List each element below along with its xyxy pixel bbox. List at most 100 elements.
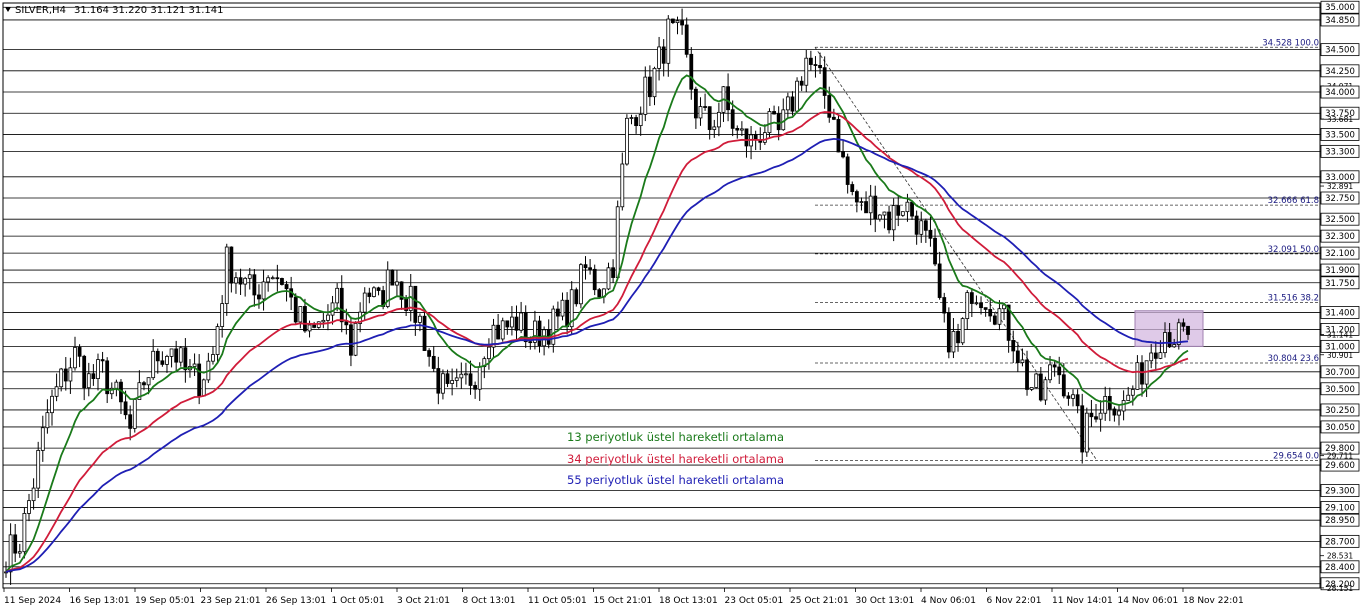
legend-ema55: 55 periyotluk üstel hareketli ortalama (567, 473, 784, 487)
candle-body (1140, 362, 1144, 385)
candle-body (238, 277, 243, 285)
time-label: 18 Nov 22:01 (1183, 596, 1244, 606)
price-label: 30.050 (1325, 423, 1355, 433)
candle-body (804, 57, 809, 86)
candle-body (831, 116, 836, 120)
candle-body (215, 326, 220, 355)
candle-body (165, 356, 169, 365)
candle-body (850, 184, 855, 192)
candle-body (40, 427, 45, 451)
candle-body (689, 53, 694, 90)
candle-body (818, 65, 822, 69)
fib-level-label: 31.516 38.2 (1268, 294, 1319, 304)
price-label: 29.100 (1325, 503, 1355, 513)
candle-body (280, 278, 284, 285)
price-label: 34.850 (1325, 16, 1355, 26)
candle-body (105, 360, 110, 395)
candle-body (1057, 366, 1062, 376)
ohlc-readout: 31.164 31.220 31.121 31.141 (74, 5, 224, 16)
candle-body (146, 377, 151, 386)
candle-body (312, 324, 317, 328)
candle (795, 77, 799, 113)
candle-body (1043, 379, 1048, 401)
time-label: 6 Nov 22:01 (987, 596, 1042, 606)
candle (280, 277, 284, 286)
candle (22, 507, 27, 559)
candle (615, 200, 620, 279)
symbol-label: SILVER,H4 (15, 5, 66, 16)
candle-body (459, 373, 464, 379)
fib-level-label: 32.666 61.8 (1268, 196, 1319, 206)
candle-body (367, 292, 372, 297)
time-label: 30 Oct 13:01 (856, 596, 915, 606)
candle-body (592, 268, 597, 291)
candle (390, 269, 395, 286)
fib-level-label: 34.528 100.0 (1262, 38, 1319, 48)
candle-body (799, 80, 804, 86)
candle-body (151, 350, 156, 379)
candle-body (1048, 364, 1052, 381)
candle-body (744, 128, 749, 147)
candle-body (657, 46, 661, 69)
candle-body (974, 302, 979, 305)
candle-body (1112, 408, 1117, 416)
candle-body (579, 264, 583, 305)
candle-body (1066, 395, 1071, 399)
candle-body (477, 366, 482, 390)
candle (1176, 318, 1181, 350)
candle (579, 263, 583, 309)
candle-body (684, 24, 689, 55)
candle-body (556, 308, 560, 317)
candle-body (1172, 344, 1177, 348)
candle-body (247, 274, 252, 279)
candle-body (1135, 362, 1140, 390)
candle-body (349, 324, 353, 356)
candle-body (224, 246, 229, 305)
candle-body (353, 323, 358, 356)
candle-body (854, 191, 859, 203)
candle-body (560, 299, 565, 317)
candle-body (197, 363, 202, 397)
time-label: 23 Sep 21:01 (201, 596, 261, 606)
price-label: 28.950 (1325, 516, 1355, 526)
candle (946, 307, 951, 359)
candle-body (680, 20, 684, 26)
candle-body (372, 287, 376, 297)
candle-body (13, 534, 18, 554)
candle-body (266, 277, 271, 283)
candle-body (261, 281, 266, 300)
candle-body (326, 314, 330, 321)
candle-body (450, 380, 455, 384)
price-label: 35.000 (1325, 3, 1355, 13)
candle-body (1186, 325, 1190, 335)
candle-body (1130, 389, 1135, 396)
candle-body (1126, 394, 1131, 401)
candle-body (1038, 373, 1043, 401)
candle-body (1158, 352, 1163, 359)
candle-body (1181, 322, 1186, 327)
candle-body (703, 106, 707, 108)
candle-body (132, 399, 137, 429)
candle-body (868, 195, 873, 214)
candle-body (827, 95, 832, 118)
chart-header: SILVER,H4 31.164 31.220 31.121 31.141 (5, 5, 224, 16)
price-label: 29.300 (1325, 487, 1355, 497)
candle-body (988, 309, 993, 317)
candle-body (303, 306, 307, 332)
candle-body (859, 201, 864, 203)
candle-body (496, 324, 501, 340)
price-label: 28.700 (1325, 537, 1355, 547)
candle (1034, 372, 1039, 389)
price-label: 31.141 (1327, 330, 1353, 339)
candle-body (896, 205, 901, 216)
candle-body (362, 292, 367, 313)
candle-body (114, 381, 119, 389)
price-label: 31.750 (1325, 279, 1355, 289)
price-label: 32.891 (1327, 182, 1353, 191)
candle-body (937, 263, 942, 298)
candle-body (63, 368, 68, 382)
candle-body (142, 382, 146, 386)
candle-body (1153, 352, 1158, 359)
price-label: 32.750 (1325, 194, 1355, 204)
plot-area (2, 2, 1321, 589)
